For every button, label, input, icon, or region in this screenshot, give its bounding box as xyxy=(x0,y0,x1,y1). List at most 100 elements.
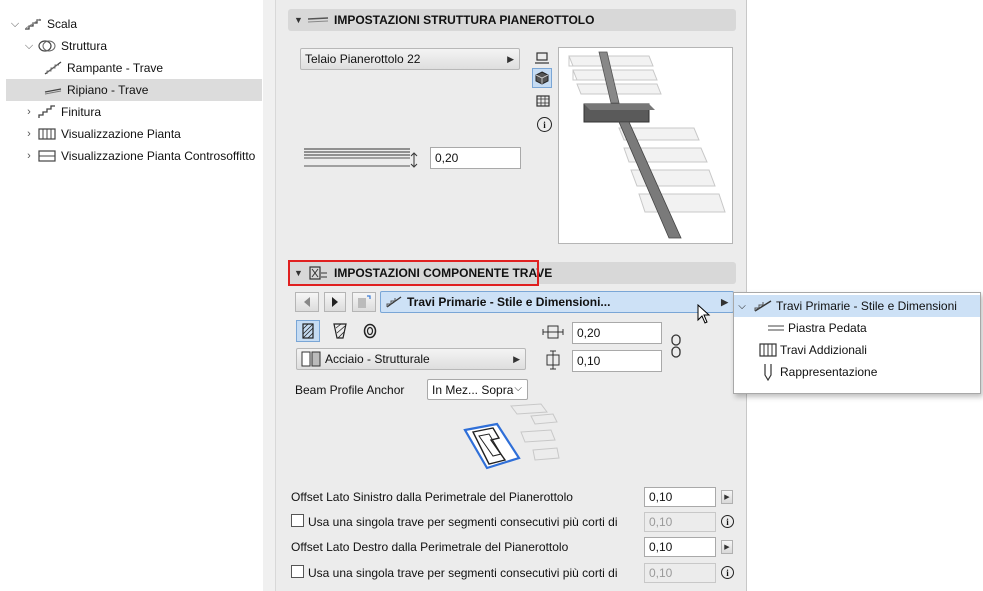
beam-width-field[interactable]: 0,20 xyxy=(572,322,662,344)
tree-item-label: Struttura xyxy=(61,39,108,53)
triangle-right-icon: ▶ xyxy=(507,54,514,64)
landing-structure-icon xyxy=(306,15,330,25)
splitter[interactable] xyxy=(263,0,275,591)
chevron-right-icon[interactable]: › xyxy=(22,106,36,118)
dropdown-value: Acciaio - Strutturale xyxy=(325,352,430,366)
tree-item-visualizzazione-pianta-controsoffitto[interactable]: › Visualizzazione Pianta Controsoffitto xyxy=(22,145,258,167)
tree-item-scala[interactable]: ⌵ Scala xyxy=(8,13,258,35)
tread-plate-icon xyxy=(764,324,788,332)
tree-item-ripiano-trave[interactable]: Ripiano - Trave xyxy=(6,79,262,101)
right-single-beam-checkbox[interactable] xyxy=(291,565,304,578)
dropdown-value: Telaio Pianerottolo 22 xyxy=(305,52,421,66)
left-offset-menu-button[interactable]: ▶ xyxy=(721,490,733,504)
triangle-right-icon: ▶ xyxy=(721,297,728,307)
stair-icon xyxy=(22,17,44,31)
field-value: 0,10 xyxy=(649,566,673,580)
complex-profile-button[interactable] xyxy=(358,320,382,342)
tree-item-rampante-trave[interactable]: Rampante - Trave xyxy=(42,57,258,79)
menu-item-travi-addizionali[interactable]: Travi Addizionali xyxy=(734,339,980,361)
menu-item-label: Piastra Pedata xyxy=(788,321,867,335)
stair-3d-preview xyxy=(558,47,733,244)
right-offset-menu-button[interactable]: ▶ xyxy=(721,540,733,554)
mouse-cursor-icon xyxy=(697,303,711,327)
section-title: IMPOSTAZIONI STRUTTURA PIANEROTTOLO xyxy=(334,13,595,27)
structure-icon xyxy=(36,38,58,54)
menu-item-rappresentazione[interactable]: Rappresentazione xyxy=(734,361,980,383)
field-value: 0,10 xyxy=(649,515,673,529)
chevron-down-icon: ⌵ xyxy=(738,300,746,312)
section-view-icon[interactable] xyxy=(535,94,551,111)
field-value: 0,10 xyxy=(649,490,673,504)
tree-item-visualizzazione-pianta[interactable]: › Visualizzazione Pianta xyxy=(22,123,258,145)
landing-thickness-icon xyxy=(302,146,422,173)
chevron-down-icon: ⌵ xyxy=(514,383,522,394)
dropdown-value: Travi Primarie - Stile e Dimensioni... xyxy=(407,295,611,309)
component-list-icon[interactable] xyxy=(352,292,376,312)
representation-icon xyxy=(756,363,780,381)
left-offset-field[interactable]: 0,10 xyxy=(644,487,716,507)
anchor-dropdown[interactable]: In Mez... Sopra ⌵ xyxy=(427,379,528,400)
rectangular-profile-button[interactable] xyxy=(296,320,320,342)
additional-beams-icon xyxy=(756,343,780,357)
ceiling-plan-icon xyxy=(36,149,58,163)
floor-plan-icon xyxy=(36,127,58,141)
beam-component-selector[interactable]: Travi Primarie - Stile e Dimensioni... ▶ xyxy=(380,291,734,313)
tree-item-struttura[interactable]: ⌵ Struttura xyxy=(22,35,258,57)
profile-anchor-diagram xyxy=(461,402,561,485)
field-value: 0,10 xyxy=(577,354,601,368)
chevron-down-icon[interactable]: ⌵ xyxy=(8,18,22,31)
left-single-beam-checkbox[interactable] xyxy=(291,514,304,527)
tapered-profile-button[interactable] xyxy=(328,320,352,342)
tree-item-label: Scala xyxy=(47,17,78,31)
tree-item-label: Finitura xyxy=(61,105,102,119)
field-value: 0,10 xyxy=(649,540,673,554)
settings-panel: ▼ IMPOSTAZIONI STRUTTURA PIANEROTTOLO Te… xyxy=(275,0,747,591)
primary-beam-icon xyxy=(750,299,776,313)
beam-width-icon xyxy=(542,323,564,344)
previous-component-button[interactable] xyxy=(295,292,319,312)
landing-frame-dropdown[interactable]: Telaio Pianerottolo 22 ▶ xyxy=(300,48,520,70)
chevron-right-icon[interactable]: › xyxy=(22,128,36,140)
landing-structure-header[interactable]: ▼ IMPOSTAZIONI STRUTTURA PIANEROTTOLO xyxy=(288,9,736,31)
triangle-right-icon: ▶ xyxy=(513,354,520,364)
finish-icon xyxy=(36,104,58,120)
chain-link-icon[interactable] xyxy=(670,333,682,362)
chevron-down-icon[interactable]: ⌵ xyxy=(22,40,36,53)
left-single-beam-field: 0,10 xyxy=(644,512,716,532)
3d-view-icon[interactable] xyxy=(532,68,552,88)
chevron-right-icon[interactable]: › xyxy=(22,150,36,162)
menu-item-label: Travi Addizionali xyxy=(780,343,867,357)
menu-item-piastra-pedata[interactable]: Piastra Pedata xyxy=(734,317,980,339)
component-popup-menu: ⌵ Travi Primarie - Stile e Dimensioni Pi… xyxy=(733,292,981,394)
material-dropdown[interactable]: Acciaio - Strutturale ▶ xyxy=(296,348,526,370)
collapse-triangle-icon[interactable]: ▼ xyxy=(294,15,306,25)
plan-view-icon[interactable] xyxy=(534,51,550,68)
beam-height-field[interactable]: 0,10 xyxy=(572,350,662,372)
tree-item-label: Ripiano - Trave xyxy=(67,83,149,97)
right-offset-field[interactable]: 0,10 xyxy=(644,537,716,557)
landing-thickness-field[interactable]: 0,20 xyxy=(430,147,521,169)
material-icon xyxy=(301,351,325,367)
beam-height-icon xyxy=(542,350,564,373)
right-single-beam-label: Usa una singola trave per segmenti conse… xyxy=(308,566,618,580)
menu-item-label: Travi Primarie - Stile e Dimensioni xyxy=(776,299,957,313)
landing-beam-icon xyxy=(42,84,64,96)
info-icon[interactable]: i xyxy=(537,117,552,132)
next-component-button[interactable] xyxy=(324,292,346,312)
left-single-beam-label: Usa una singola trave per segmenti conse… xyxy=(308,515,618,529)
menu-item-label: Rappresentazione xyxy=(780,365,878,379)
field-value: 0,20 xyxy=(577,326,601,340)
tree-item-label: Rampante - Trave xyxy=(67,61,164,75)
flight-beam-icon xyxy=(42,60,64,76)
info-icon[interactable]: i xyxy=(721,566,734,579)
tree-item-label: Visualizzazione Pianta Controsoffitto xyxy=(61,149,256,163)
settings-tree: ⌵ Scala ⌵ Struttura Rampante - Trave Rip… xyxy=(6,8,263,588)
primary-beam-icon xyxy=(385,295,407,309)
field-value: 0,20 xyxy=(435,151,459,165)
info-icon[interactable]: i xyxy=(721,515,734,528)
highlight-frame xyxy=(288,260,539,286)
tree-item-finitura[interactable]: › Finitura xyxy=(22,101,258,123)
menu-item-travi-primarie[interactable]: ⌵ Travi Primarie - Stile e Dimensioni xyxy=(734,295,980,317)
left-offset-label: Offset Lato Sinistro dalla Perimetrale d… xyxy=(291,490,573,504)
dropdown-value: In Mez... Sopra xyxy=(432,382,514,397)
